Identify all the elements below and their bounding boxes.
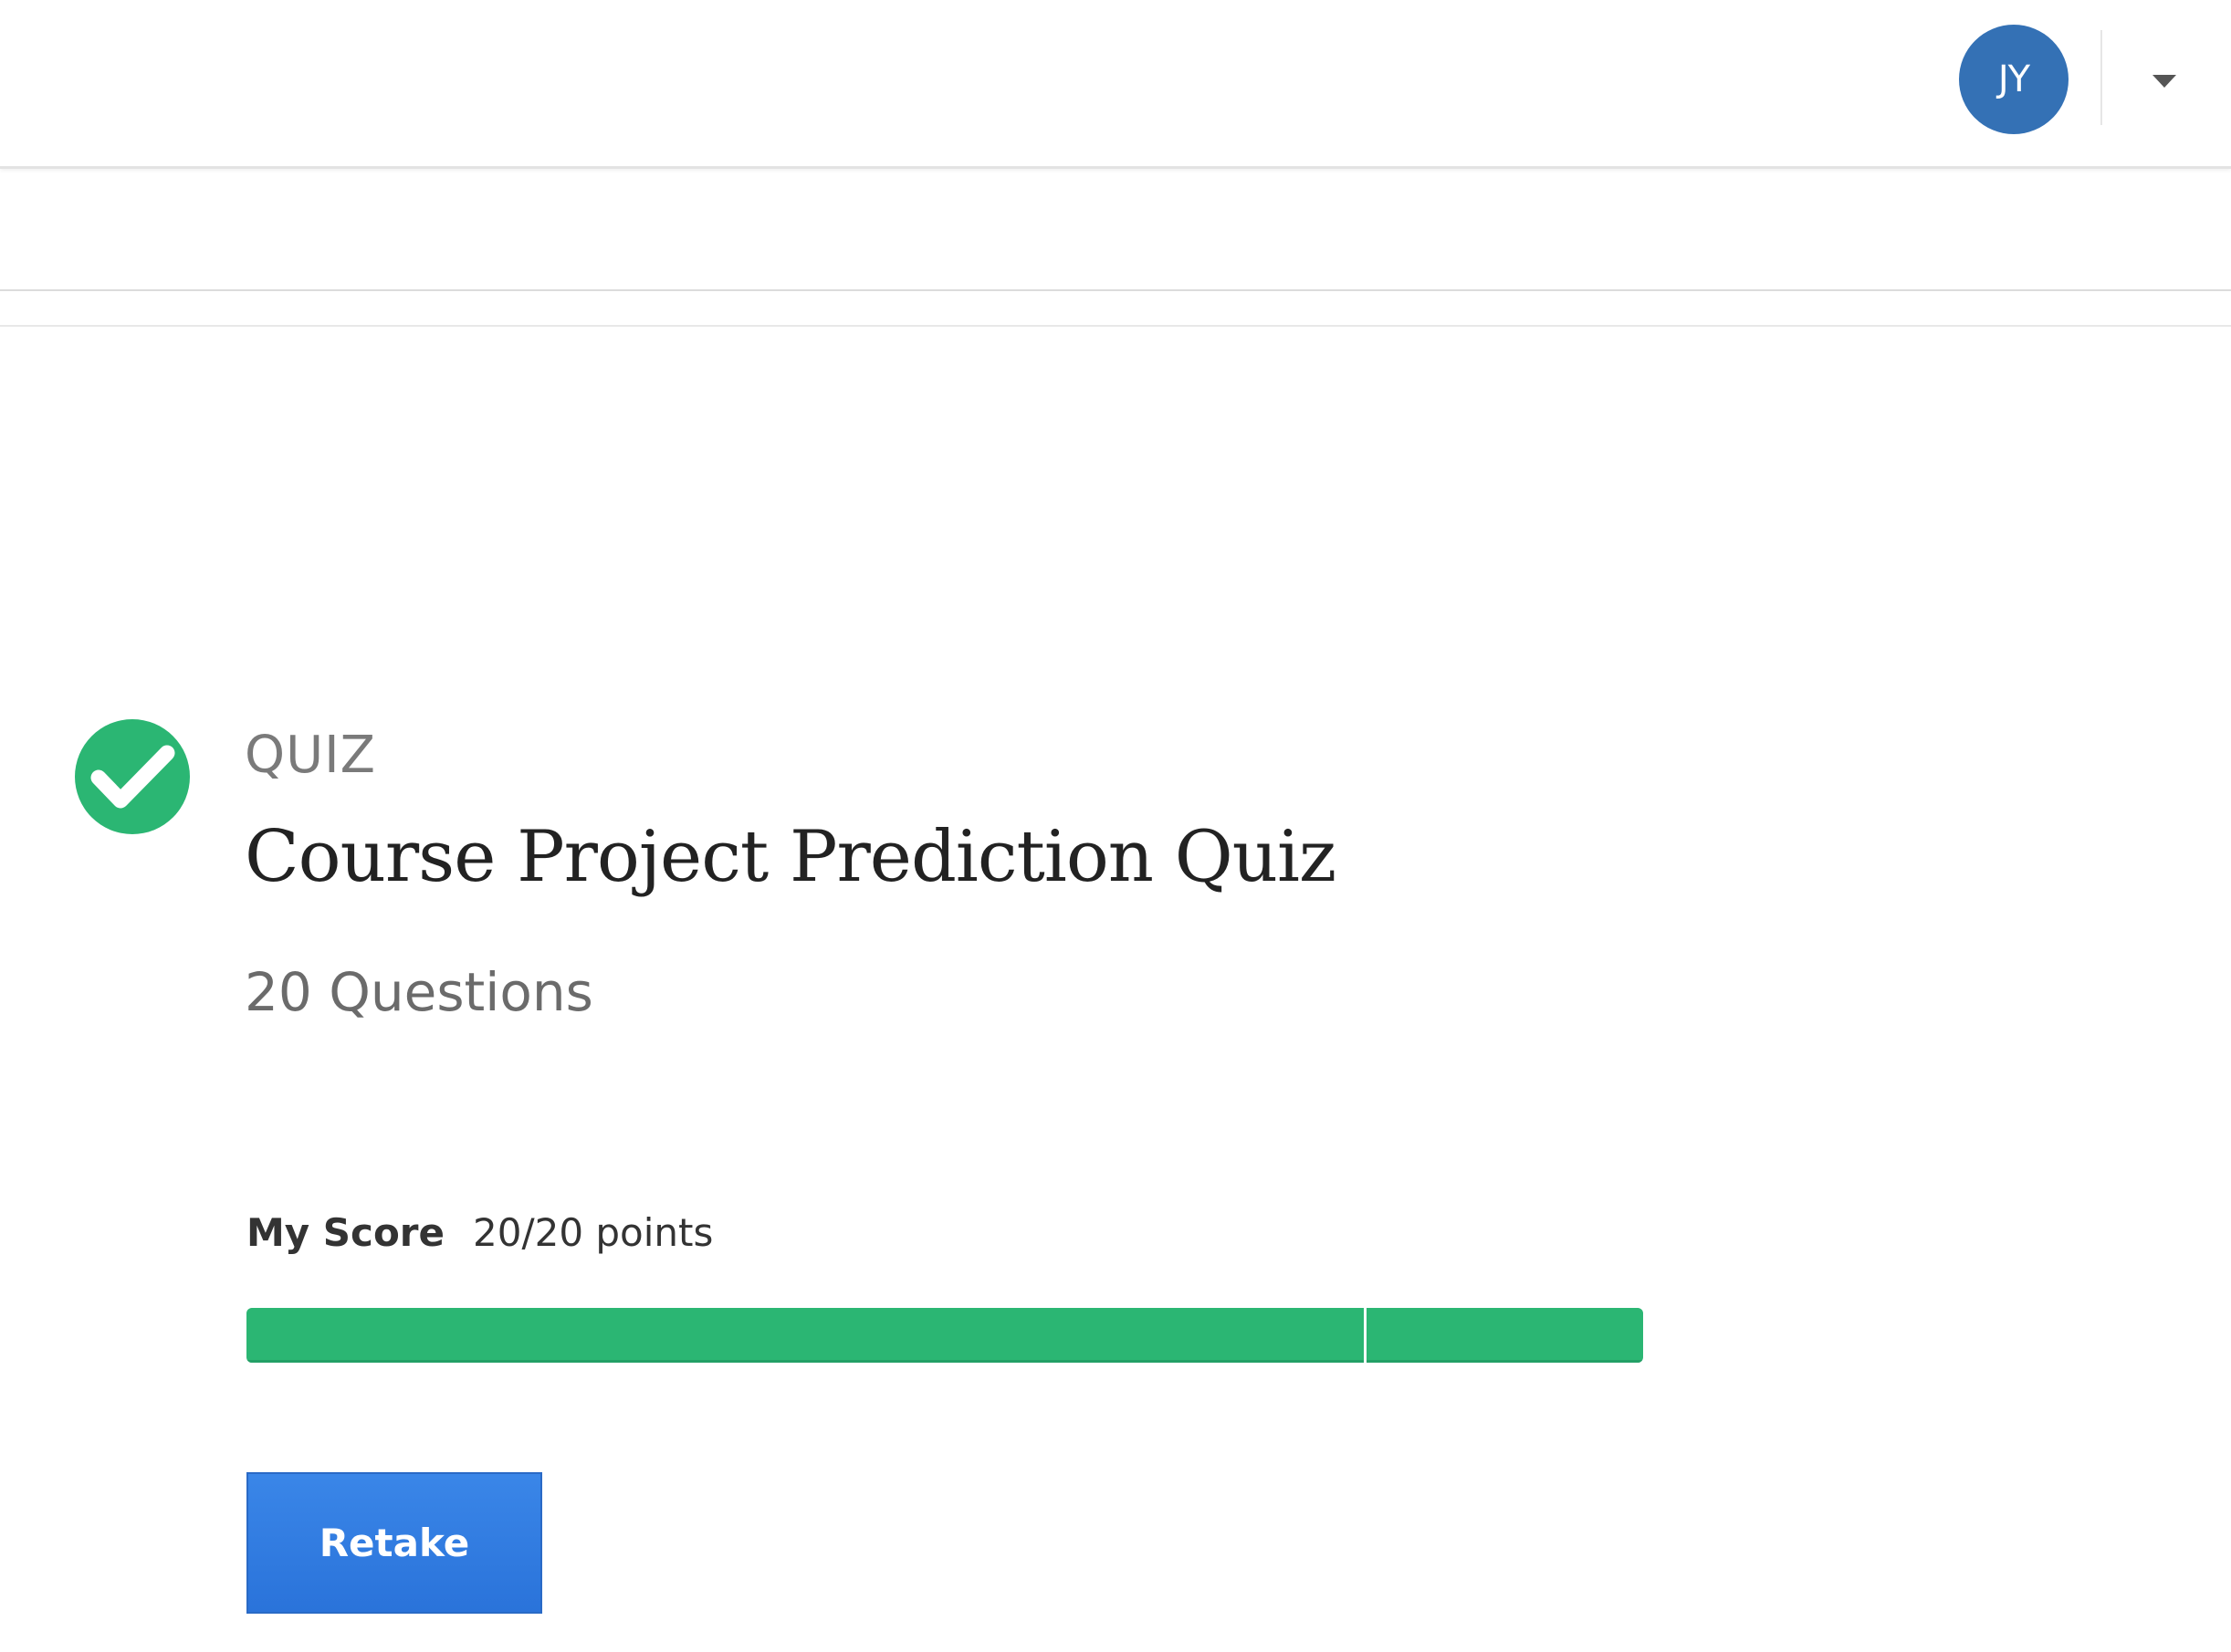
score-value: 20/20 points [473, 1210, 714, 1255]
subnav-divider-lower [0, 325, 2231, 327]
score-label: My Score [246, 1210, 445, 1255]
question-count: 20 Questions [245, 961, 593, 1023]
score-progress-bar [246, 1308, 1643, 1363]
retake-button[interactable]: Retake [246, 1472, 542, 1614]
subnav-divider [0, 289, 2231, 291]
score-progress-fill [246, 1308, 1643, 1363]
item-type-label: QUIZ [245, 726, 376, 785]
user-initials: JY [1997, 58, 2030, 100]
chevron-down-icon[interactable] [2152, 75, 2176, 88]
page-title: Course Project Prediction Quiz [245, 816, 1336, 898]
check-circle-icon [75, 719, 190, 834]
header-divider [2100, 30, 2102, 125]
passing-threshold-marker [1364, 1308, 1367, 1363]
top-navigation-bar: JY [0, 0, 2231, 169]
user-avatar[interactable]: JY [1959, 25, 2069, 134]
